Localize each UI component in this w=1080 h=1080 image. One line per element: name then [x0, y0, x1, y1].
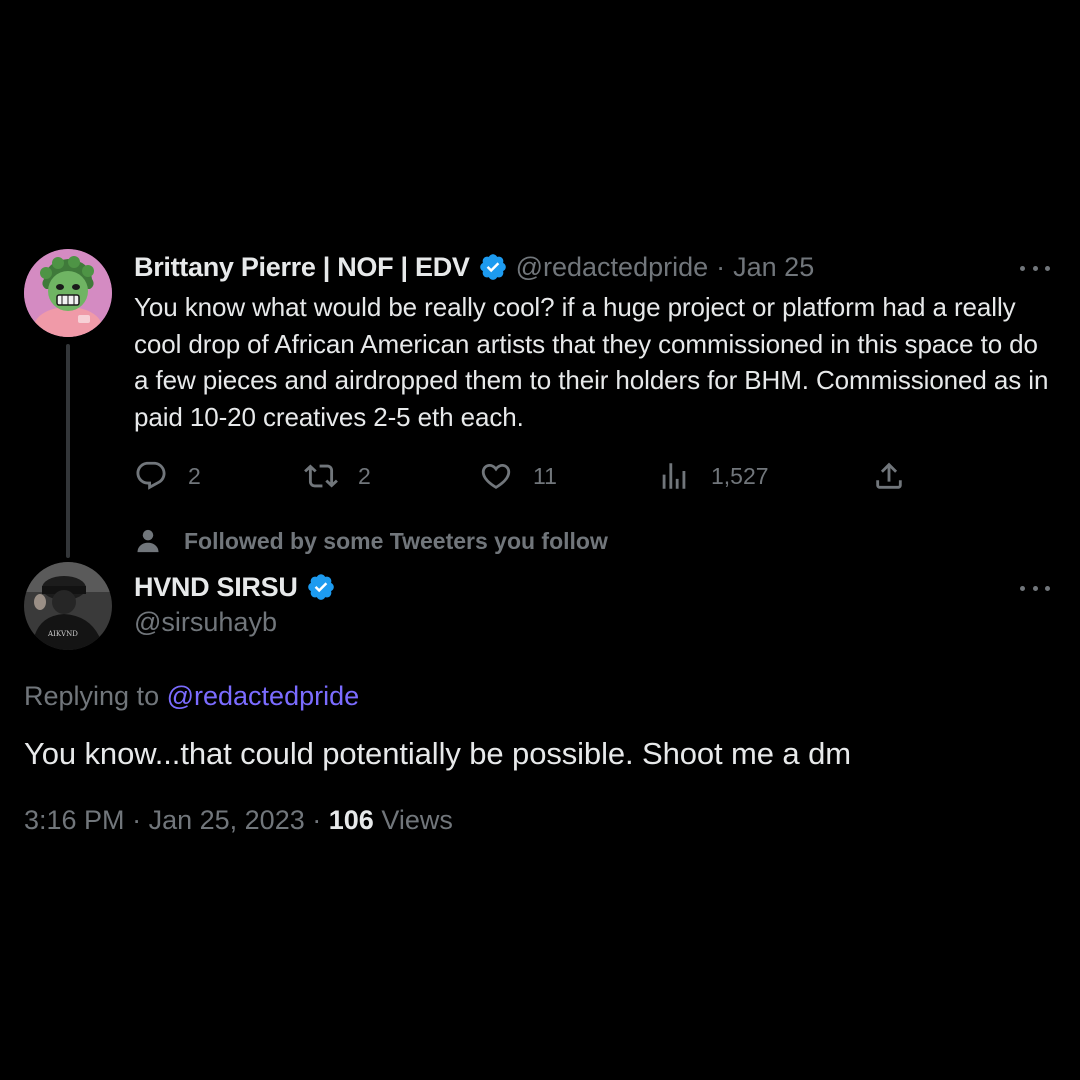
analytics-bar-icon — [662, 463, 686, 489]
more-options-icon[interactable] — [1020, 262, 1050, 274]
reply-count: 2 — [188, 462, 201, 489]
reply-author-name[interactable]: HVND SIRSU — [134, 572, 298, 603]
reply-icon — [136, 461, 166, 490]
author-name[interactable]: Brittany Pierre | NOF | EDV — [134, 252, 470, 283]
tweet-full-date[interactable]: Jan 25, 2023 — [149, 805, 305, 835]
separator-dot: · — [716, 251, 726, 282]
like-button[interactable]: 11 — [479, 456, 557, 496]
verified-badge-icon — [478, 252, 508, 282]
replying-to: Replying to @redactedpride — [24, 681, 359, 712]
photo-avatar-image: AIKVND — [24, 562, 112, 650]
tweet-metadata: 3:16 PM · Jan 25, 2023 · 106 Views — [24, 805, 453, 836]
retweet-icon — [304, 464, 338, 488]
like-count: 11 — [533, 462, 557, 489]
social-context-text: Followed by some Tweeters you follow — [184, 527, 608, 554]
reply-button[interactable]: 2 — [134, 456, 201, 496]
views-count: 1,527 — [711, 462, 769, 489]
retweet-button[interactable]: 2 — [304, 456, 371, 496]
views-button[interactable]: 1,527 — [657, 456, 769, 496]
avatar[interactable]: AIKVND — [24, 562, 112, 650]
cartoon-avatar-image — [24, 249, 112, 337]
reply-header: HVND SIRSU — [134, 569, 344, 605]
tweet-date[interactable]: Jan 25 — [733, 252, 814, 283]
avatar[interactable] — [24, 249, 112, 337]
views-label: Views — [381, 805, 453, 835]
reply-tweet-text: You know...that could potentially be pos… — [24, 736, 851, 771]
tweet-header: Brittany Pierre | NOF | EDV @redactedpri… — [134, 250, 814, 284]
share-icon — [876, 462, 902, 489]
svg-text:AIKVND: AIKVND — [47, 630, 78, 638]
separator-dot: · — [132, 805, 142, 835]
author-handle[interactable]: @redactedpride — [516, 252, 709, 283]
more-options-icon[interactable] — [1020, 582, 1050, 594]
retweet-count: 2 — [358, 462, 371, 489]
tweet-text: You know what would be really cool? if a… — [134, 292, 1049, 432]
views-count[interactable]: 106 — [329, 805, 374, 835]
replying-to-label: Replying to — [24, 681, 160, 711]
verified-badge-icon — [306, 572, 336, 602]
tweet-time[interactable]: 3:16 PM — [24, 805, 125, 835]
heart-icon — [481, 463, 511, 489]
person-icon — [137, 529, 159, 553]
thread-connector-line — [66, 344, 70, 558]
separator-dot: · — [312, 805, 322, 835]
reply-author-handle[interactable]: @sirsuhayb — [134, 607, 277, 638]
tweet-actions: 2 2 11 1,527 — [134, 456, 914, 496]
share-button[interactable] — [872, 456, 906, 496]
social-context: Followed by some Tweeters you follow — [134, 524, 608, 558]
mention-link[interactable]: @redactedpride — [167, 681, 360, 711]
